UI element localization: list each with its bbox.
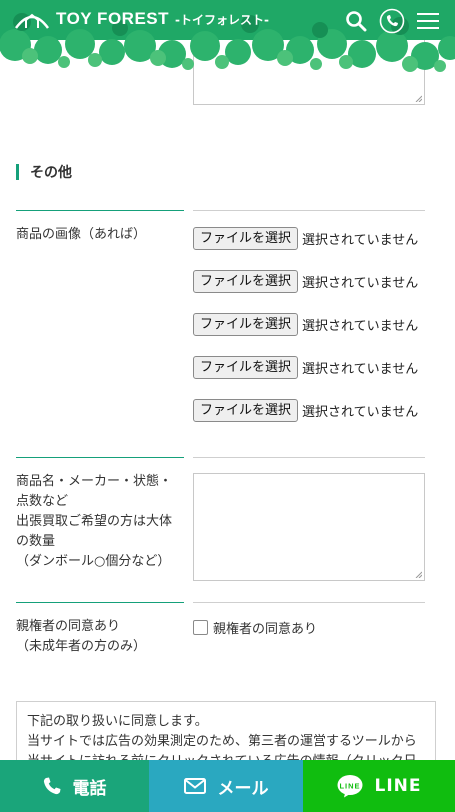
choose-file-button[interactable]: ファイルを選択 — [193, 313, 299, 336]
site-logo[interactable]: TOY FOREST -トイフォレスト- — [14, 8, 269, 30]
consent-line: 当サイトでは広告の効果測定のため、第三者の運営するツールから — [27, 734, 417, 749]
brand-name: TOY FOREST — [56, 9, 170, 28]
phone-icon — [43, 777, 60, 795]
details-label-line: 商品名・メーカー・状態・ — [16, 474, 173, 489]
site-header: TOY FOREST -トイフォレスト- — [0, 0, 455, 72]
tel-label: 電話 — [72, 778, 107, 799]
file-status: 選択されていません — [302, 405, 419, 420]
house-logo-icon — [14, 13, 50, 29]
file-status: 選択されていません — [302, 319, 419, 334]
guardian-field-label: 親権者の同意あり （未成年者の方のみ） — [16, 617, 146, 657]
details-field-label: 商品名・メーカー・状態・ 点数など 出張買取ご希望の方は大体 の数量 （ダンボー… — [16, 472, 172, 572]
svg-text:LINE: LINE — [339, 782, 360, 791]
guardian-label-line: 親権者の同意あり — [16, 619, 121, 634]
file-input-1[interactable]: ファイルを選択 選択されていません — [193, 227, 418, 250]
guardian-consent-checkbox[interactable] — [193, 620, 208, 635]
file-input-3[interactable]: ファイルを選択 選択されていません — [193, 313, 418, 336]
search-icon[interactable] — [343, 8, 369, 34]
mail-label: メール — [217, 778, 269, 799]
image-field-label: 商品の画像（あれば） — [16, 227, 147, 242]
line-button[interactable]: LINE LINE — [303, 760, 455, 812]
row-divider-left — [16, 602, 184, 603]
choose-file-button[interactable]: ファイルを選択 — [193, 270, 299, 293]
resize-handle-icon[interactable] — [415, 95, 422, 102]
details-label-line: 点数など — [16, 494, 69, 509]
guardian-label-line: （未成年者の方のみ） — [16, 639, 147, 654]
choose-file-button[interactable]: ファイルを選択 — [193, 356, 299, 379]
file-status: 選択されていません — [302, 362, 419, 377]
file-status: 選択されていません — [302, 233, 419, 248]
tel-button[interactable]: 電話 — [0, 760, 149, 812]
row-divider-right — [193, 210, 425, 211]
phone-icon[interactable] — [379, 8, 405, 34]
brand-subtitle: -トイフォレスト- — [175, 12, 269, 27]
row-divider-left — [16, 210, 184, 211]
file-input-4[interactable]: ファイルを選択 選択されていません — [193, 356, 418, 379]
resize-handle-icon[interactable] — [415, 571, 422, 578]
consent-line: 下記の取り扱いに同意します。 — [27, 714, 208, 729]
line-logo-icon: LINE — [337, 775, 362, 798]
contact-footer-bar: 電話 メール LINE LINE — [0, 760, 455, 812]
details-label-line: の数量 — [16, 534, 56, 549]
row-divider-left — [16, 457, 184, 458]
row-divider-right — [193, 457, 425, 458]
mail-button[interactable]: メール — [149, 760, 303, 812]
guardian-consent-checkbox-row[interactable]: 親権者の同意あり — [193, 618, 317, 637]
mail-icon — [183, 778, 206, 794]
file-status: 選択されていません — [302, 276, 419, 291]
section-title: その他 — [16, 162, 72, 182]
row-divider-right — [193, 602, 425, 603]
file-input-5[interactable]: ファイルを選択 選択されていません — [193, 399, 418, 422]
details-label-line: 出張買取ご希望の方は大体 — [16, 514, 173, 529]
line-label: LINE — [374, 776, 422, 796]
details-label-line: （ダンボール○個分など） — [16, 554, 171, 569]
menu-icon[interactable] — [415, 8, 441, 34]
file-input-2[interactable]: ファイルを選択 選択されていません — [193, 270, 418, 293]
details-textarea[interactable] — [193, 473, 425, 581]
choose-file-button[interactable]: ファイルを選択 — [193, 227, 299, 250]
choose-file-button[interactable]: ファイルを選択 — [193, 399, 299, 422]
guardian-consent-label: 親権者の同意あり — [213, 622, 318, 637]
